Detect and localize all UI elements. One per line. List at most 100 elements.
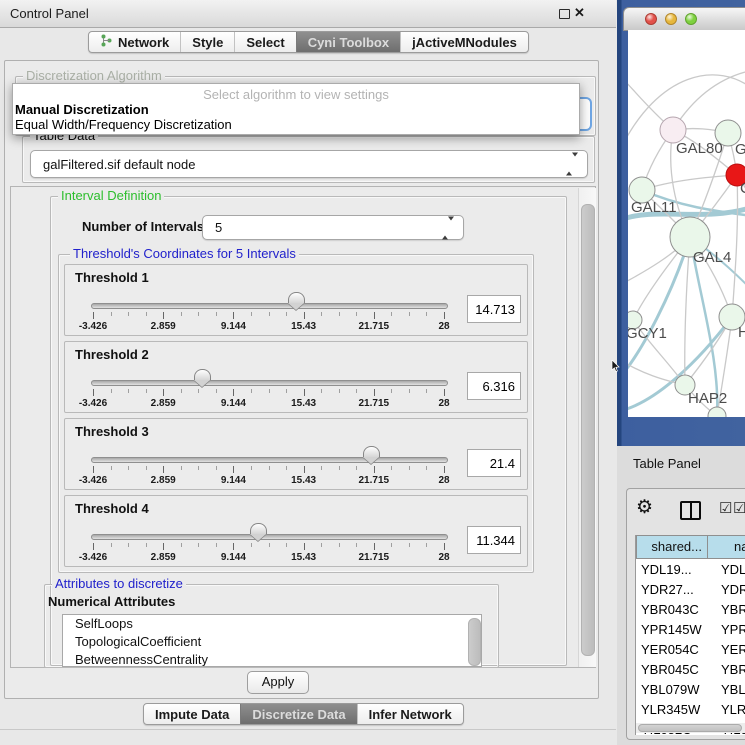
tick-label: 9.144	[211, 321, 255, 332]
tick-label: 9.144	[211, 398, 255, 409]
tick-major	[444, 466, 445, 473]
tick-minor	[111, 312, 112, 316]
popup-item-1[interactable]: Equal Width/Frequency Discretization	[15, 117, 232, 132]
threshold-box-2: Threshold 2-3.4262.8599.14415.4321.71528	[64, 341, 528, 413]
tab-style[interactable]: Style	[180, 32, 234, 52]
table-row-cell[interactable]: YDR27...	[641, 580, 707, 600]
tick-minor	[321, 543, 322, 547]
network-node[interactable]	[708, 407, 726, 417]
tick-minor	[269, 389, 270, 393]
tick-label: 15.43	[282, 475, 326, 486]
num-intervals-combo[interactable]: 5	[202, 215, 464, 240]
table-hscrollbar-thumb[interactable]	[638, 724, 742, 732]
tick-label: -3.426	[71, 475, 115, 486]
table-row-cell[interactable]: YPR1	[721, 620, 745, 640]
gear-icon[interactable]: ⚙	[636, 496, 653, 519]
table-row-cell[interactable]: YDR2	[721, 580, 745, 600]
tick-minor	[286, 312, 287, 316]
num-intervals-label: Number of Intervals	[82, 219, 204, 234]
checkbox-icon[interactable]: ☑	[733, 499, 745, 517]
slider-track[interactable]	[91, 534, 448, 540]
table-data-combo[interactable]: galFiltered.sif default node	[30, 150, 588, 178]
table-row-cell[interactable]: YBL079W	[641, 680, 707, 700]
network-edge[interactable]	[628, 237, 690, 377]
slider-track[interactable]	[91, 457, 448, 463]
table-row-cell[interactable]: YDL1	[721, 560, 745, 580]
tick-major	[444, 389, 445, 396]
tick-label: 21.715	[352, 321, 396, 332]
close-icon[interactable]: ✕	[574, 5, 585, 21]
tick-label: -3.426	[71, 321, 115, 332]
threshold-value-input[interactable]	[467, 449, 521, 477]
tab-infer-network[interactable]: Infer Network	[357, 704, 463, 724]
tab-network[interactable]: Network	[89, 32, 180, 52]
slider-track[interactable]	[91, 380, 448, 386]
panel-scrollbar-track[interactable]	[578, 188, 596, 667]
control-panel-titlebar: Control Panel ✕	[0, 0, 616, 28]
slider-thumb[interactable]	[194, 369, 211, 380]
network-edge[interactable]	[732, 175, 738, 317]
panel-scrollbar-thumb[interactable]	[581, 204, 595, 656]
table-hscrollbar[interactable]	[636, 723, 745, 733]
tick-label: 28	[422, 398, 466, 409]
tab-cyni-toolbox[interactable]: Cyni Toolbox	[296, 32, 400, 52]
slider-thumb[interactable]	[250, 523, 267, 534]
tick-minor	[251, 466, 252, 470]
tab-discretize-data[interactable]: Discretize Data	[240, 704, 356, 724]
tab-jactivemnodules[interactable]: jActiveMNodules	[400, 32, 528, 52]
minimize-light[interactable]	[665, 13, 677, 25]
tab-label: Cyni Toolbox	[308, 35, 389, 50]
table-row-cell[interactable]: YLR3	[721, 700, 745, 720]
attributes-list-scrollbar[interactable]	[468, 618, 481, 666]
table-row-cell[interactable]: YBR045C	[641, 660, 707, 680]
column-header-name[interactable]: na	[708, 535, 745, 559]
tick-label: 2.859	[141, 398, 185, 409]
tick-minor	[216, 466, 217, 470]
tick-minor	[111, 389, 112, 393]
table-row-cell[interactable]: YBL0	[721, 680, 745, 700]
table-row-cell[interactable]: YBR043C	[641, 600, 707, 620]
slider-thumb[interactable]	[363, 446, 380, 457]
float-window-icon[interactable]	[559, 9, 570, 19]
tick-minor	[339, 466, 340, 470]
table-row-cell[interactable]: YLR345W	[641, 700, 707, 720]
network-edge[interactable]	[642, 175, 737, 190]
tab-impute-data[interactable]: Impute Data	[144, 704, 240, 724]
column-header-shared[interactable]: shared...	[636, 535, 708, 559]
table-row-cell[interactable]: YER0	[721, 640, 745, 660]
table-row-cell[interactable]: YPR145W	[641, 620, 707, 640]
network-edge[interactable]	[685, 237, 690, 385]
node-label: GAL11	[631, 199, 677, 216]
threshold-value-input[interactable]	[467, 295, 521, 323]
table-row-cell[interactable]: YDL19...	[641, 560, 707, 580]
table-row-cell[interactable]: YBR0	[721, 600, 745, 620]
tick-minor	[269, 312, 270, 316]
threshold-value-input[interactable]	[467, 526, 521, 554]
list-item[interactable]: SelfLoops	[63, 615, 481, 633]
tick-minor	[216, 543, 217, 547]
table-row-cell[interactable]: YER054C	[641, 640, 707, 660]
tick-label: -3.426	[71, 398, 115, 409]
close-light[interactable]	[645, 13, 657, 25]
tick-minor	[198, 312, 199, 316]
tick-minor	[128, 466, 129, 470]
list-item[interactable]: BetweennessCentrality	[63, 651, 481, 667]
network-canvas[interactable]: GAL80GACGAL11GAL4GCY1HHAP2	[628, 30, 745, 417]
zoom-light[interactable]	[685, 13, 697, 25]
bottom-tab-bar: Impute DataDiscretize DataInfer Network	[143, 703, 464, 725]
checkbox-icon[interactable]: ☑	[719, 499, 732, 517]
tab-select[interactable]: Select	[234, 32, 295, 52]
table-panel-title: Table Panel	[633, 456, 701, 471]
slider-track[interactable]	[91, 303, 448, 309]
tick-minor	[356, 389, 357, 393]
split-columns-icon[interactable]	[680, 501, 701, 520]
list-item[interactable]: TopologicalCoefficient	[63, 633, 481, 651]
tick-label: 9.144	[211, 475, 255, 486]
slider-thumb[interactable]	[288, 292, 305, 303]
tick-major	[444, 543, 445, 550]
threshold-value-input[interactable]	[467, 372, 521, 400]
network-window-titlebar[interactable]	[623, 7, 745, 31]
apply-button[interactable]: Apply	[247, 671, 309, 694]
popup-item-0[interactable]: Manual Discretization	[15, 102, 149, 117]
table-row-cell[interactable]: YBR0	[721, 660, 745, 680]
